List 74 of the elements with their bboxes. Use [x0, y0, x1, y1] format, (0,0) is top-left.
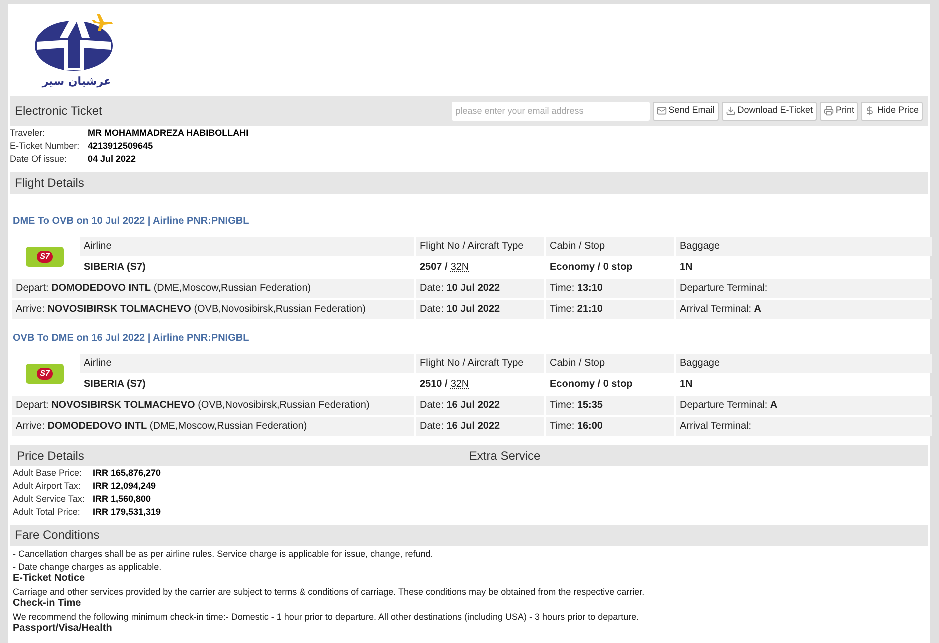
price-value: IRR 1,560,800: [93, 493, 152, 506]
table-cell: Arrive: NOVOSIBIRSK TOLMACHEVO (OVB,Novosibirsk,Russian Federation): [12, 300, 414, 319]
info-value: 4213912509645: [88, 140, 154, 153]
airline-logo-text: S7: [37, 251, 53, 263]
airline-name: SIBERIA (S7): [83, 378, 147, 392]
price-label: Adult Service Tax:: [13, 493, 86, 506]
download-icon: [726, 106, 736, 116]
section-title: Fare Conditions: [15, 527, 100, 544]
column-header: Cabin / Stop: [546, 237, 674, 256]
column-header: Baggage: [676, 237, 932, 256]
aircraft-type: 32N: [450, 378, 470, 392]
column-header: Cabin / Stop: [546, 354, 674, 373]
segment-title: OVB To DME on 16 Jul 2022 | Airline PNR:PNIGBL: [12, 332, 250, 345]
column-header: Flight No / Aircraft Type: [416, 354, 544, 373]
info-label: Traveler:: [10, 127, 46, 140]
dollar-icon: [865, 106, 876, 116]
envelope-icon: [656, 106, 667, 116]
info-value: MR MOHAMMADREZA HABIBOLLAHI: [88, 127, 250, 140]
price-value: IRR 179,531,319: [93, 506, 162, 519]
cabin-stop: Economy / 0 stop: [549, 378, 634, 392]
condition-text: We recommend the following minimum check-in time:- Domestic - 1 hour prior to departure. All other destinations (including USA) - 3 hours prior to departure.: [13, 610, 640, 623]
page-title: Electronic Ticket: [15, 103, 102, 120]
airline-logo-text: S7: [37, 368, 53, 380]
section-title: Price Details: [17, 448, 84, 464]
table-cell: Arrive: DOMODEDOVO INTL (DME,Moscow,Russian Federation): [12, 417, 414, 436]
table-cell: Depart: NOVOSIBIRSK TOLMACHEVO (OVB,Novosibirsk,Russian Federation): [12, 396, 414, 415]
price-label: Adult Airport Tax:: [13, 480, 82, 493]
price-value: IRR 12,094,249: [93, 480, 158, 493]
condition-heading: Passport/Visa/Health: [13, 623, 114, 636]
table-cell: Departure Terminal: A: [676, 396, 932, 415]
cabin-stop: Economy / 0 stop: [549, 261, 634, 275]
condition-text: - Date change charges as applicable.: [13, 560, 163, 573]
table-cell: Departure Terminal:: [676, 279, 932, 298]
table-cell: Arrival Terminal: A: [676, 300, 932, 319]
condition-text: Carriage and other services provided by the carrier are subject to terms & conditions of carriage. These conditions may be obtained from the respective carrier.: [13, 586, 646, 598]
table-cell: Time: 16:00: [546, 417, 674, 436]
price-label: Adult Base Price:: [13, 467, 84, 480]
email-field[interactable]: please enter your email address: [452, 102, 650, 120]
toolbar-button[interactable]: Print: [820, 102, 858, 120]
info-label: Date Of issue:: [10, 153, 68, 166]
printer-icon: [824, 106, 834, 116]
table-cell: Depart: DOMODEDOVO INTL (DME,Moscow,Russian Federation): [12, 279, 414, 298]
table-cell: Arrival Terminal:: [676, 417, 932, 436]
table-cell: Date: 16 Jul 2022: [416, 396, 544, 415]
logo-text: عرشیان سیر: [42, 76, 112, 87]
flight-number: 2507 /: [420, 261, 448, 275]
baggage: 1N: [679, 261, 694, 275]
info-label: E-Ticket Number:: [10, 140, 81, 153]
table-cell: Time: 13:10: [546, 279, 674, 298]
condition-heading: Check-in Time: [13, 598, 82, 610]
column-header: Flight No / Aircraft Type: [416, 237, 544, 256]
toolbar-button[interactable]: Download E-Ticket: [722, 102, 817, 120]
aircraft-type: 32N: [450, 261, 470, 275]
price-label: Adult Total Price:: [13, 506, 82, 519]
condition-heading: E-Ticket Notice: [13, 573, 86, 586]
section-title: Flight Details: [15, 175, 84, 192]
column-header: Baggage: [676, 354, 932, 373]
condition-text: - Cancellation charges shall be as per airline rules. Service charge is applicable for issue, change, refund.: [13, 548, 434, 560]
price-value: IRR 165,876,270: [93, 467, 162, 480]
toolbar-button[interactable]: Hide Price: [861, 102, 923, 120]
table-cell: Date: 16 Jul 2022: [416, 417, 544, 436]
column-header: Airline: [80, 354, 414, 373]
table-cell: Date: 10 Jul 2022: [416, 279, 544, 298]
table-cell: Time: 21:10: [546, 300, 674, 319]
info-value: 04 Jul 2022: [88, 153, 138, 166]
segment-title: DME To OVB on 10 Jul 2022 | Airline PNR:PNIGBL: [12, 215, 250, 228]
table-cell: Date: 10 Jul 2022: [416, 300, 544, 319]
airline-name: SIBERIA (S7): [83, 261, 147, 275]
column-header: Airline: [80, 237, 414, 256]
table-cell: Time: 15:35: [546, 396, 674, 415]
baggage: 1N: [679, 378, 694, 392]
toolbar-button[interactable]: Send Email: [652, 102, 719, 120]
section-title: Extra Service: [469, 448, 541, 464]
flight-number: 2510 /: [420, 378, 448, 392]
